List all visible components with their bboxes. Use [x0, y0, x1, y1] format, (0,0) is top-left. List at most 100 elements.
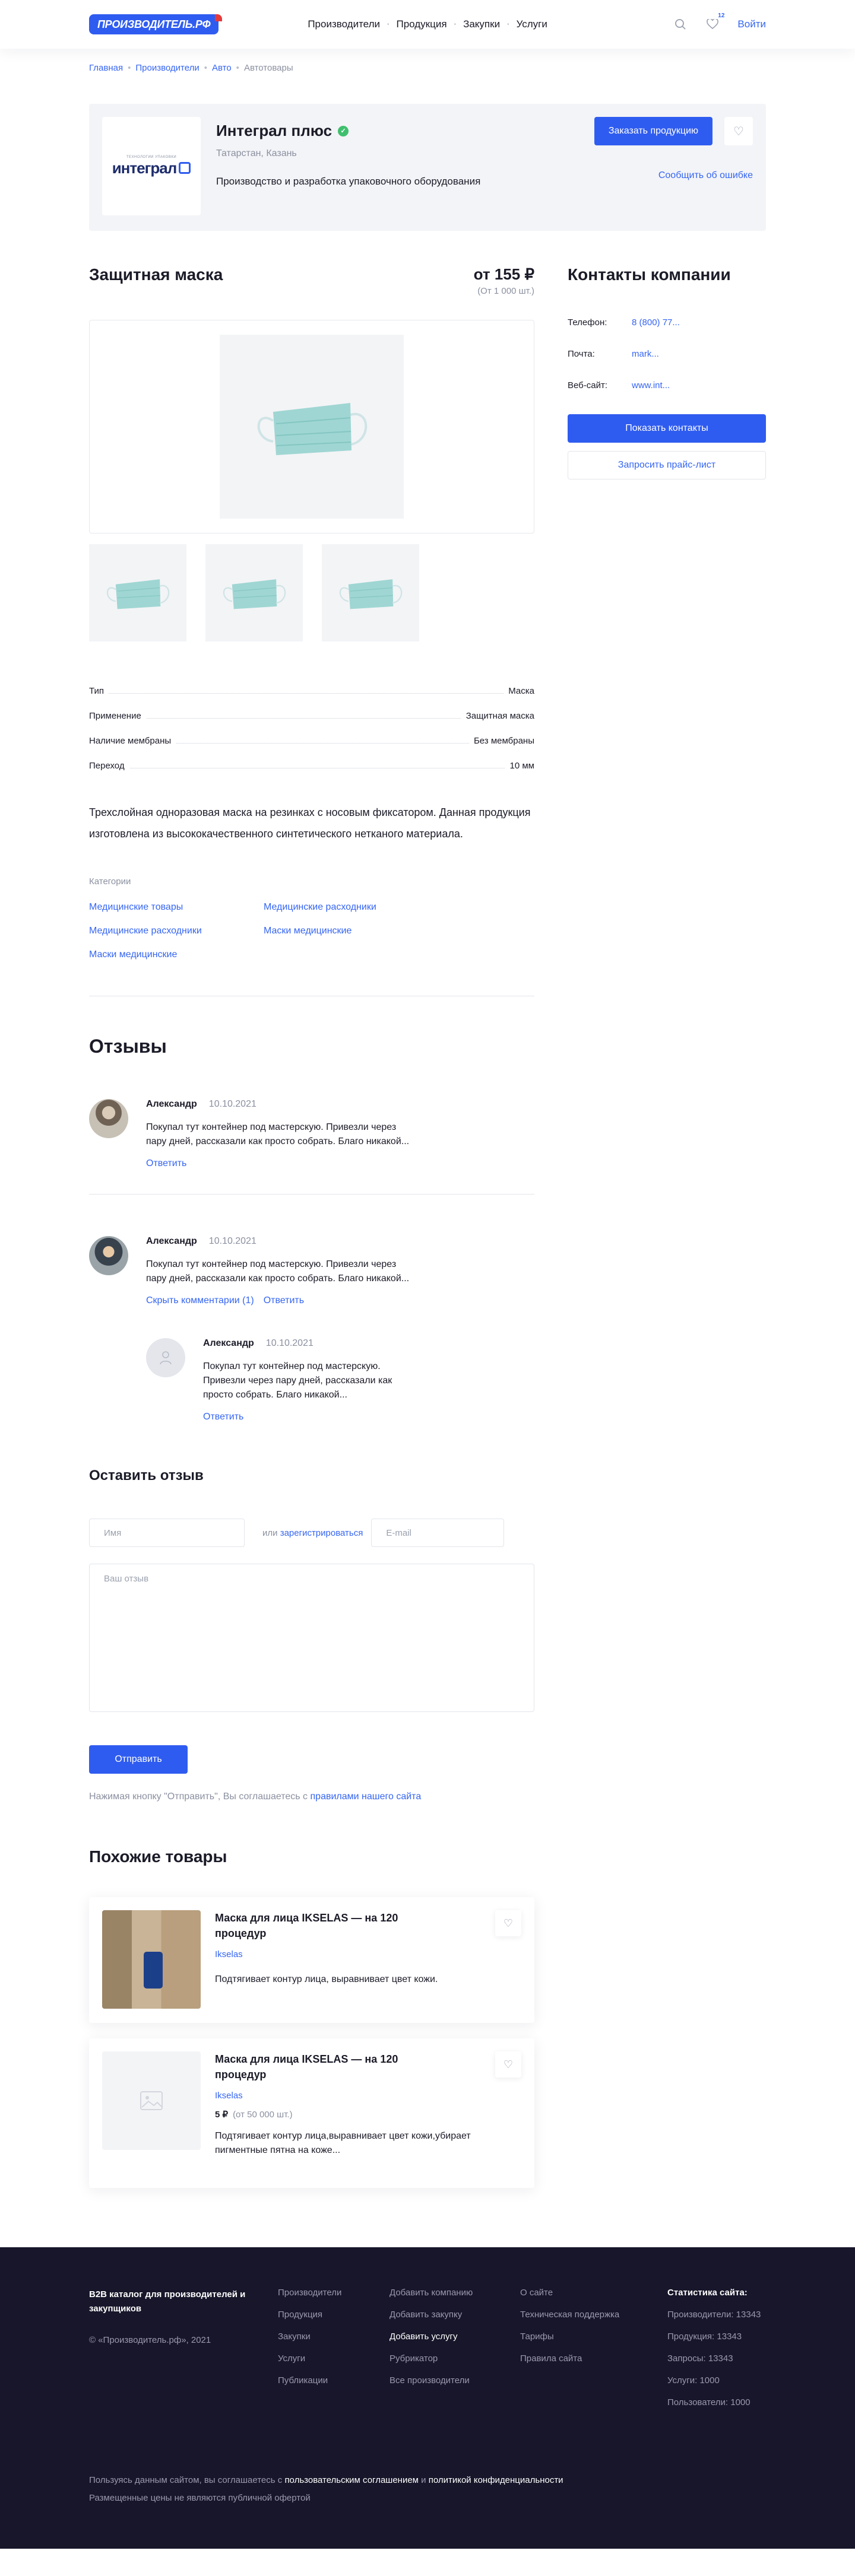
footer-link[interactable]: Добавить компанию	[390, 2288, 520, 2298]
product-description: Трехслойная одноразовая маска на резинка…	[89, 806, 531, 840]
reply-link[interactable]: Ответить	[146, 1158, 186, 1169]
review-item: Александр 10.10.2021 Покупал тут контейне…	[89, 1195, 534, 1422]
favorites-heart-icon[interactable]: 12	[705, 12, 724, 31]
similar-product-price-row: 5 ₽ (от 50 000 шт.)	[215, 2109, 481, 2120]
show-contacts-button[interactable]: Показать контакты	[568, 414, 766, 443]
company-info: Интеграл плюс ✓ Татарстан, Казань Произво…	[216, 117, 594, 218]
footer-link[interactable]: Правила сайта	[520, 2353, 667, 2364]
footer-stats: Статистика сайта: Производители: 13343 П…	[667, 2288, 761, 2407]
stat-item: Услуги: 1000	[667, 2375, 720, 2386]
order-product-button[interactable]: Заказать продукцию	[594, 117, 712, 145]
property-key: Тип	[89, 686, 109, 696]
product-header: Защитная маска от 155 ₽ (От 1 000 шт.)	[89, 265, 534, 296]
similar-product-text: Подтягивает контур лица,выравнивает цвет…	[215, 2131, 471, 2155]
footer-link[interactable]: Тарифы	[520, 2332, 667, 2342]
reply-link[interactable]: Ответить	[264, 1295, 304, 1306]
logo-wordmark-text: интеграл	[112, 158, 178, 177]
footer-link[interactable]: Закупки	[278, 2332, 390, 2342]
company-name[interactable]: Интеграл плюс	[216, 122, 332, 140]
category-link[interactable]: Маски медицинские	[264, 926, 438, 936]
logo-square-icon	[179, 162, 191, 174]
footer-copyright: © «Производитель.рф», 2021	[89, 2335, 211, 2345]
privacy-policy-link[interactable]: политикой конфиденциальности	[429, 2475, 563, 2485]
company-logo[interactable]: ТЕХНОЛОГИИ УПАКОВКИ интеграл	[102, 117, 201, 215]
footer-link[interactable]: О сайте	[520, 2288, 667, 2298]
footer-link[interactable]: Продукция	[278, 2310, 390, 2320]
site-logo[interactable]: ПРОИЗВОДИТЕЛЬ.РФ	[89, 14, 223, 34]
similar-product-card[interactable]: Маска для лица IKSELAS — на 120 процедур…	[89, 2038, 534, 2188]
footer-link[interactable]: Добавить закупку	[390, 2310, 520, 2320]
logo-text: ПРОИЗВОДИТЕЛЬ.РФ	[97, 18, 211, 30]
property-key: Применение	[89, 711, 146, 721]
company-name-row: Интеграл плюс ✓	[216, 122, 594, 140]
product-thumbnail[interactable]	[205, 544, 303, 641]
category-link[interactable]: Медицинские расходники	[264, 902, 438, 913]
similar-product-title[interactable]: Маска для лица IKSELAS — на 120 процедур	[215, 1910, 441, 1941]
footer-link[interactable]: Производители	[278, 2288, 390, 2298]
similar-product-info: Маска для лица IKSELAS — на 120 процедур…	[215, 2051, 481, 2175]
similar-product-brand[interactable]: Ikselas	[215, 1949, 481, 1959]
site-rules-link[interactable]: правилами нашего сайта	[311, 1792, 422, 1802]
contact-label: Почта:	[568, 349, 595, 359]
footer-link[interactable]: Все производители	[390, 2375, 520, 2386]
review-actions: Ответить	[146, 1158, 413, 1169]
footer-link[interactable]: Рубрикатор	[390, 2353, 520, 2364]
company-favorite-heart-icon[interactable]: ♡	[724, 117, 753, 145]
breadcrumb-separator: •	[128, 63, 131, 73]
nav-products[interactable]: Продукция	[397, 18, 447, 30]
register-link[interactable]: зарегистрироваться	[280, 1528, 363, 1538]
contact-phone[interactable]: 8 (800) 77...	[632, 317, 680, 328]
login-link[interactable]: Войти	[737, 18, 766, 30]
breadcrumb-current: Автотовары	[243, 63, 293, 73]
similar-product-title[interactable]: Маска для лица IKSELAS — на 120 процедур	[215, 2051, 441, 2082]
product-main-image[interactable]	[89, 320, 534, 533]
site-header: ПРОИЗВОДИТЕЛЬ.РФ Производители • Продукци…	[0, 0, 855, 49]
contact-site[interactable]: www.int...	[632, 380, 670, 390]
report-error-link[interactable]: Сообщить об ошибке	[658, 170, 753, 181]
or-register: или зарегистрироваться	[262, 1528, 363, 1538]
favorite-heart-icon[interactable]: ♡	[495, 2051, 521, 2078]
contact-phone-row: Телефон: 8 (800) 77...	[568, 317, 766, 328]
reply-link[interactable]: Ответить	[203, 1412, 243, 1422]
email-input[interactable]: E-mail	[371, 1519, 505, 1547]
send-button[interactable]: Отправить	[89, 1745, 188, 1774]
footer-link[interactable]: Публикации	[278, 2375, 390, 2386]
or-text: или	[262, 1527, 278, 1538]
product-thumbnail[interactable]	[89, 544, 186, 641]
footer-col-catalog: Производители Продукция Закупки Услуги П…	[278, 2288, 390, 2407]
favorites-count: 12	[718, 12, 725, 19]
review-date: 10.10.2021	[265, 1338, 314, 1348]
breadcrumb-home[interactable]: Главная	[89, 63, 123, 73]
request-price-button[interactable]: Запросить прайс-лист	[568, 451, 766, 479]
review-author: Александр	[203, 1338, 254, 1348]
product-thumbnail[interactable]	[322, 544, 419, 641]
avatar	[89, 1099, 128, 1138]
contact-mail[interactable]: mark...	[632, 349, 659, 359]
nav-services[interactable]: Услуги	[517, 18, 547, 30]
similar-product-brand[interactable]: Ikselas	[215, 2091, 481, 2101]
footer-link[interactable]: Техническая поддержка	[520, 2310, 667, 2320]
category-link[interactable]: Маски медицинские	[89, 949, 264, 960]
name-input[interactable]: Имя	[89, 1519, 245, 1547]
footer-link[interactable]: Добавить услугу	[390, 2332, 520, 2342]
nav-purchases[interactable]: Закупки	[463, 18, 500, 30]
categories-title: Категории	[89, 876, 131, 887]
review-meta: Александр 10.10.2021	[146, 1236, 413, 1247]
footer-about-title: B2B каталог для производителей и закупщи…	[89, 2289, 246, 2314]
header-actions: 12 Войти	[673, 12, 766, 31]
hide-comments-link[interactable]: Скрыть комментарии (1)	[146, 1295, 254, 1306]
category-link[interactable]: Медицинские расходники	[89, 926, 264, 936]
favorite-heart-icon[interactable]: ♡	[495, 1910, 521, 1936]
search-icon[interactable]	[673, 17, 688, 31]
nav-producers[interactable]: Производители	[308, 18, 380, 30]
footer-col-info: О сайте Техническая поддержка Тарифы Пра…	[520, 2288, 667, 2407]
similar-product-card[interactable]: Маска для лица IKSELAS — на 120 процедур…	[89, 1897, 534, 2023]
footer-link[interactable]: Услуги	[278, 2353, 390, 2364]
footer-bottom: Пользуясь данным сайтом, вы соглашаетесь…	[89, 2472, 766, 2507]
breadcrumb-auto[interactable]: Авто	[212, 63, 232, 73]
breadcrumb-producers[interactable]: Производители	[135, 63, 199, 73]
nav-separator: •	[387, 21, 390, 28]
review-textarea[interactable]: Ваш отзыв	[89, 1564, 534, 1712]
category-link[interactable]: Медицинские товары	[89, 902, 264, 913]
user-agreement-link[interactable]: пользовательским соглашением	[284, 2475, 419, 2485]
